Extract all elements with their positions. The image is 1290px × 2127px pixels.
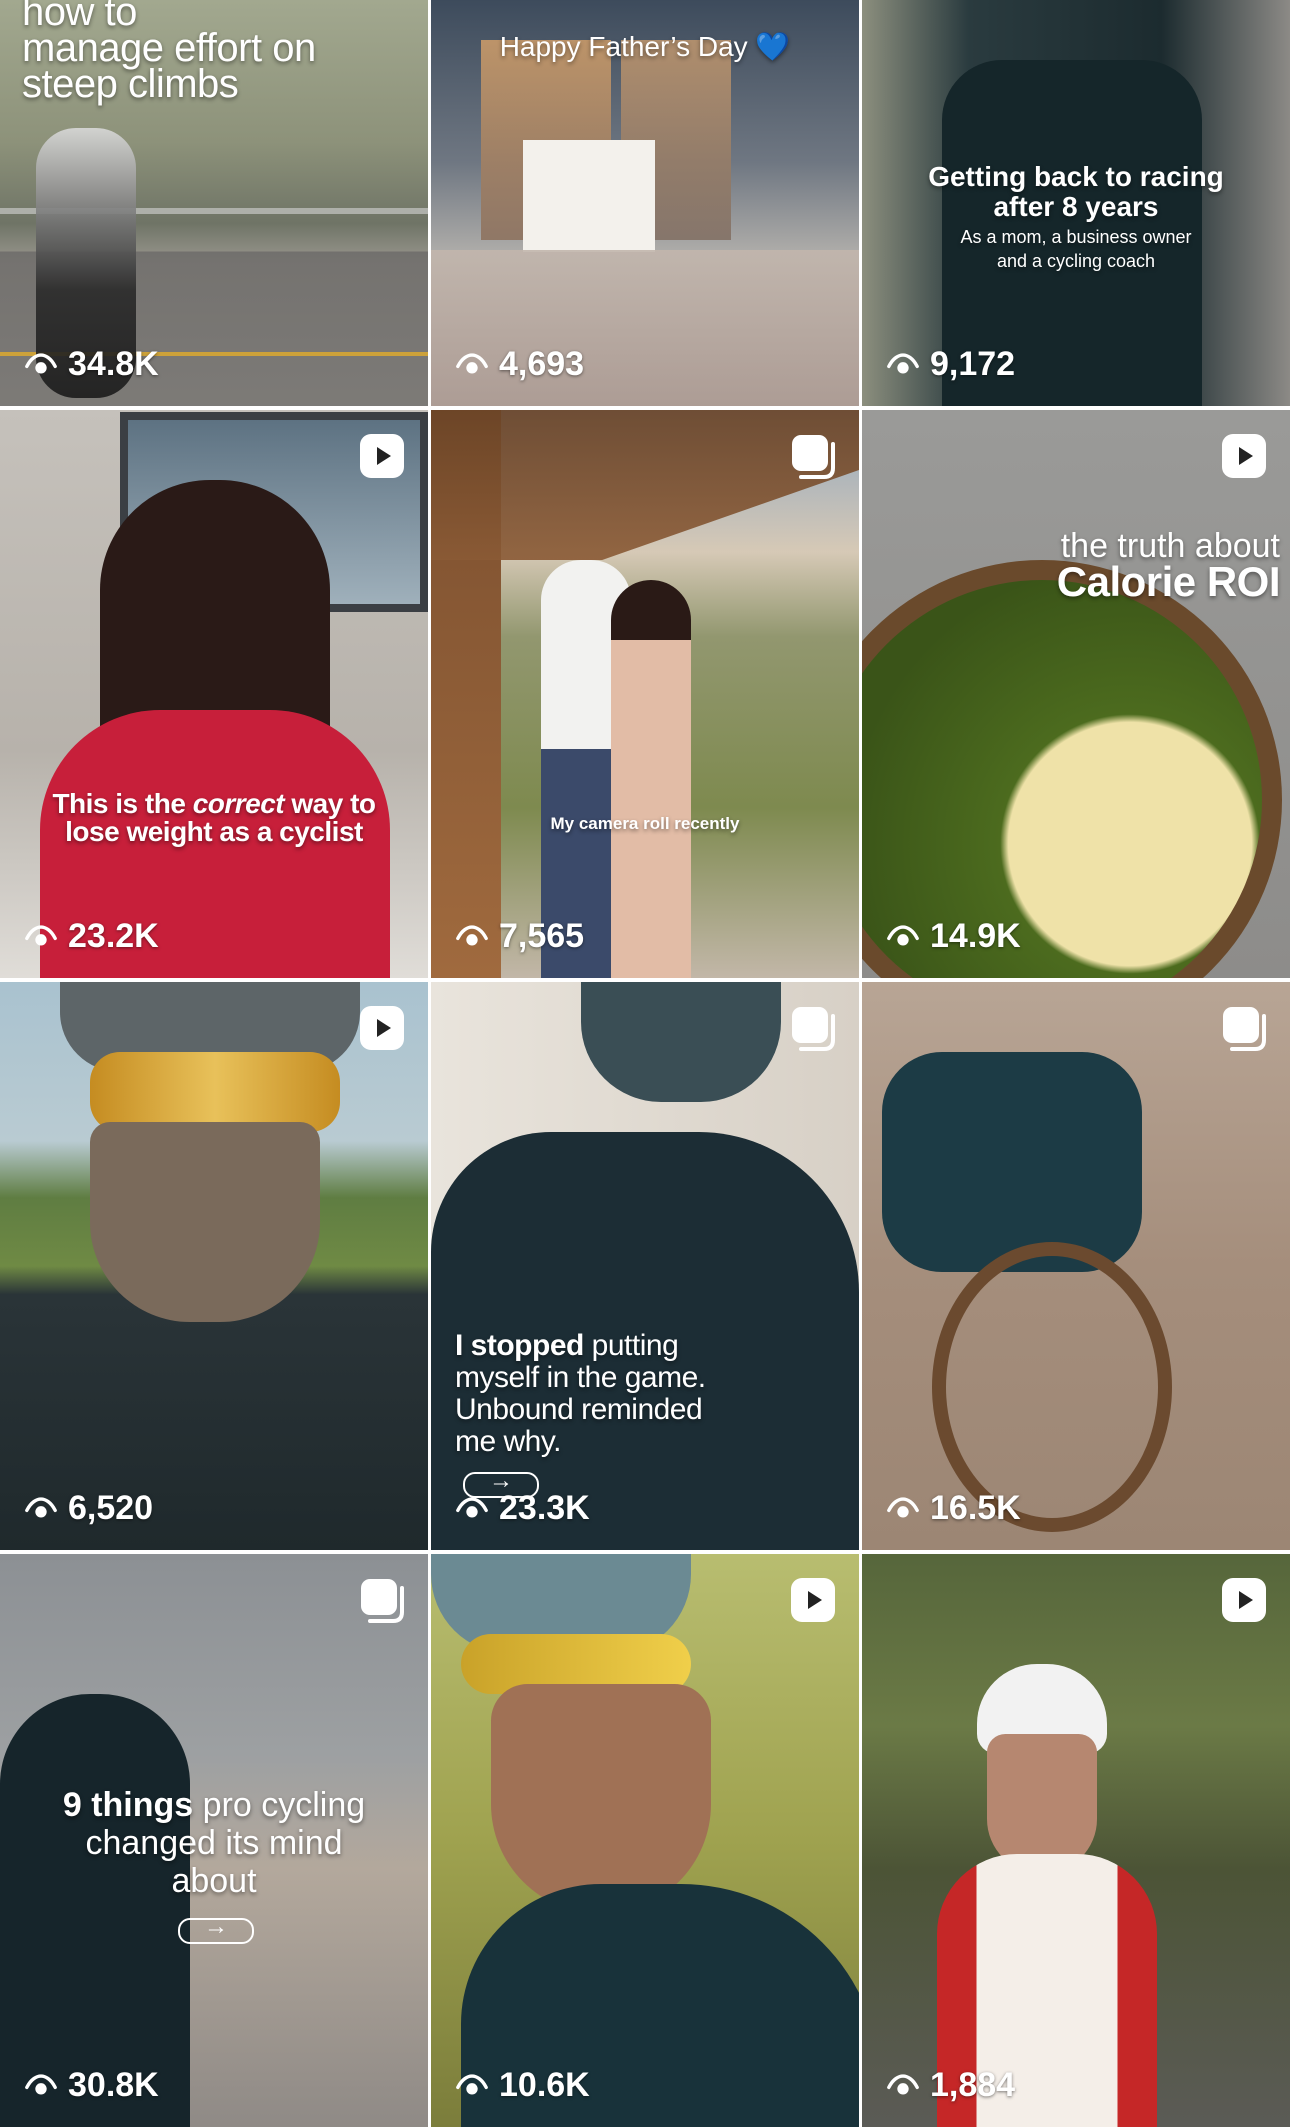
post-caption: the truth about Calorie ROI: [1056, 527, 1281, 605]
carousel-icon: [358, 1576, 406, 1624]
carousel-icon: [1220, 1004, 1268, 1052]
arrow-right-icon: →: [178, 1913, 254, 1944]
view-count: 7,565: [455, 917, 584, 956]
post-caption: Happy Father’s Day 💙: [499, 31, 791, 62]
view-count: 16.5K: [886, 1489, 1021, 1528]
eye-icon: [886, 2069, 920, 2103]
eye-icon: [886, 348, 920, 382]
view-count: 14.9K: [886, 917, 1021, 956]
view-count-text: 30.8K: [68, 2066, 159, 2104]
post-tile-8[interactable]: I stopped putting myself in the game. Un…: [431, 982, 859, 1550]
post-caption: This is the correct way to lose weight a…: [52, 788, 376, 847]
view-count: 10.6K: [455, 2066, 590, 2105]
post-caption: My camera roll recently: [550, 814, 740, 833]
eye-icon: [455, 2069, 489, 2103]
post-tile-1[interactable]: how to manage effort on steep climbs 34.…: [0, 0, 428, 406]
reel-icon: [789, 1576, 837, 1624]
eye-icon: [455, 920, 489, 954]
post-tile-10[interactable]: 9 things pro cycling changed its mind ab…: [0, 1554, 428, 2127]
post-tile-9[interactable]: 16.5K: [862, 982, 1290, 1550]
post-tile-3[interactable]: Getting back to racing after 8 years As …: [862, 0, 1290, 406]
post-tile-12[interactable]: 1,884: [862, 1554, 1290, 2127]
reel-icon: [358, 432, 406, 480]
post-caption: I stopped putting myself in the game. Un…: [455, 1329, 706, 1458]
view-count: 6,520: [24, 1489, 153, 1528]
view-count-text: 16.5K: [930, 1489, 1021, 1527]
carousel-icon: [789, 432, 837, 480]
view-count-text: 4,693: [499, 345, 585, 383]
post-tile-11[interactable]: 10.6K: [431, 1554, 859, 2127]
view-count-text: 23.2K: [68, 917, 159, 955]
eye-icon: [886, 920, 920, 954]
reel-icon: [1220, 432, 1268, 480]
post-caption: 9 things pro cycling changed its mind ab…: [62, 1786, 366, 1900]
view-count: 23.2K: [24, 917, 159, 956]
view-count-text: 34.8K: [68, 345, 159, 383]
view-count-text: 23.3K: [499, 1489, 590, 1527]
view-count-text: 9,172: [930, 345, 1016, 383]
view-count-text: 14.9K: [930, 917, 1021, 955]
post-tile-2[interactable]: Happy Father’s Day 💙 4,693: [431, 0, 859, 406]
carousel-icon: [789, 1004, 837, 1052]
profile-post-grid: how to manage effort on steep climbs 34.…: [0, 0, 1290, 2127]
post-tile-6[interactable]: the truth about Calorie ROI 14.9K: [862, 410, 1290, 978]
view-count: 30.8K: [24, 2066, 159, 2105]
view-count: 9,172: [886, 345, 1015, 384]
post-tile-5[interactable]: My camera roll recently 7,565: [431, 410, 859, 978]
eye-icon: [455, 348, 489, 382]
eye-icon: [886, 1492, 920, 1526]
eye-icon: [24, 2069, 58, 2103]
eye-icon: [455, 1492, 489, 1526]
view-count-text: 10.6K: [499, 2066, 590, 2104]
view-count-text: 6,520: [68, 1489, 154, 1527]
view-count: 4,693: [455, 345, 584, 384]
view-count: 34.8K: [24, 345, 159, 384]
post-tile-7[interactable]: 6,520: [0, 982, 428, 1550]
eye-icon: [24, 920, 58, 954]
reel-icon: [358, 1004, 406, 1052]
view-count-text: 7,565: [499, 917, 585, 955]
post-caption: Getting back to racing after 8 years As …: [928, 161, 1224, 271]
view-count: 1,884: [886, 2066, 1015, 2105]
reel-icon: [1220, 1576, 1268, 1624]
view-count: 23.3K: [455, 1489, 590, 1528]
post-tile-4[interactable]: This is the correct way to lose weight a…: [0, 410, 428, 978]
view-count-text: 1,884: [930, 2066, 1016, 2104]
eye-icon: [24, 1492, 58, 1526]
eye-icon: [24, 348, 58, 382]
post-caption: how to manage effort on steep climbs: [22, 0, 316, 106]
